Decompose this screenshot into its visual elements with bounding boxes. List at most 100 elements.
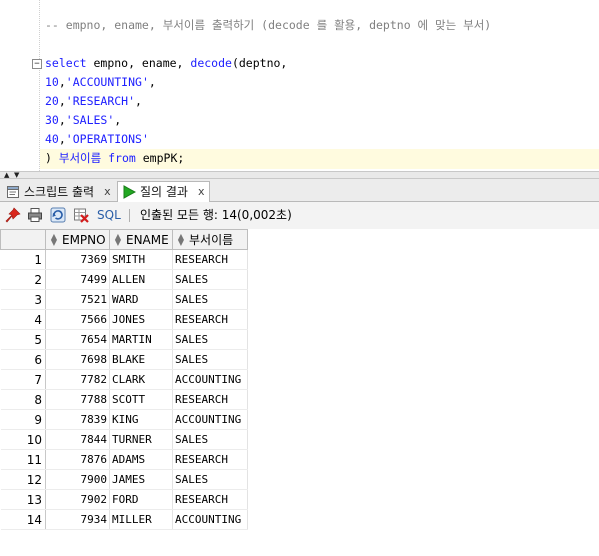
cell-empno[interactable]: 7934: [45, 509, 110, 530]
cell-empno[interactable]: 7521: [45, 289, 110, 310]
code-comment: -- empno, ename, 부서이름 출력하기 (decode 를 활용,…: [45, 18, 492, 32]
table-row[interactable]: 12 7900 JAMES SALES: [0, 469, 248, 490]
row-number[interactable]: 10: [0, 429, 46, 450]
splitter-up-icon[interactable]: ▲: [4, 172, 9, 179]
pin-icon[interactable]: [5, 207, 21, 223]
cell-dept-name[interactable]: ACCOUNTING: [172, 409, 248, 430]
print-icon[interactable]: [27, 207, 43, 223]
cell-dept-name[interactable]: ACCOUNTING: [172, 369, 248, 390]
row-number[interactable]: 2: [0, 269, 46, 290]
cell-ename[interactable]: MILLER: [109, 509, 173, 530]
row-number[interactable]: 1: [0, 249, 46, 270]
cell-dept-name[interactable]: RESEARCH: [172, 489, 248, 510]
table-row[interactable]: 4 7566 JONES RESEARCH: [0, 309, 248, 330]
refresh-icon[interactable]: [50, 207, 66, 223]
table-header-row: ▲ ▼ EMPNO ▲ ▼ ENAME ▲ ▼ 부서이름: [0, 229, 248, 250]
cell-ename[interactable]: WARD: [109, 289, 173, 310]
code-line-decode-30: 30,'SALES',: [45, 113, 122, 127]
close-icon[interactable]: x: [104, 182, 111, 202]
cell-dept-name[interactable]: SALES: [172, 269, 248, 290]
table-row[interactable]: 1 7369 SMITH RESEARCH: [0, 249, 248, 270]
row-number[interactable]: 6: [0, 349, 46, 370]
cell-empno[interactable]: 7566: [45, 309, 110, 330]
code-string: 'RESEARCH': [65, 94, 136, 108]
cell-dept-name[interactable]: SALES: [172, 329, 248, 350]
cell-empno[interactable]: 7499: [45, 269, 110, 290]
cell-ename[interactable]: CLARK: [109, 369, 173, 390]
cell-ename[interactable]: BLAKE: [109, 349, 173, 370]
table-row[interactable]: 9 7839 KING ACCOUNTING: [0, 409, 248, 430]
row-number[interactable]: 7: [0, 369, 46, 390]
cell-empno[interactable]: 7844: [45, 429, 110, 450]
cell-dept-name[interactable]: SALES: [172, 469, 248, 490]
code-line-decode-20: 20,'RESEARCH',: [45, 94, 142, 108]
code-separator: ,: [114, 113, 122, 127]
sort-icon[interactable]: ▲ ▼: [49, 232, 59, 246]
code-line-select: select empno, ename, decode(deptno,: [45, 54, 287, 73]
row-number[interactable]: 5: [0, 329, 46, 350]
cell-empno[interactable]: 7698: [45, 349, 110, 370]
table-row[interactable]: 3 7521 WARD SALES: [0, 289, 248, 310]
column-header-empno[interactable]: ▲ ▼ EMPNO: [45, 229, 110, 250]
table-row[interactable]: 14 7934 MILLER ACCOUNTING: [0, 509, 248, 530]
tab-script-output[interactable]: 스크립트 출력 x: [2, 181, 115, 202]
cell-ename[interactable]: SCOTT: [109, 389, 173, 410]
cell-empno[interactable]: 7369: [45, 249, 110, 270]
close-icon[interactable]: x: [198, 182, 205, 202]
cell-ename[interactable]: JONES: [109, 309, 173, 330]
column-header-ename[interactable]: ▲ ▼ ENAME: [109, 229, 173, 250]
cell-ename[interactable]: FORD: [109, 489, 173, 510]
row-number[interactable]: 8: [0, 389, 46, 410]
row-number[interactable]: 13: [0, 489, 46, 510]
cell-dept-name[interactable]: SALES: [172, 349, 248, 370]
table-row[interactable]: 8 7788 SCOTT RESEARCH: [0, 389, 248, 410]
cancel-query-icon[interactable]: [73, 207, 89, 223]
splitter-down-icon[interactable]: ▼: [14, 172, 19, 179]
sort-icon[interactable]: ▲ ▼: [113, 232, 123, 246]
cell-ename[interactable]: ALLEN: [109, 269, 173, 290]
column-header-dept-name[interactable]: ▲ ▼ 부서이름: [172, 229, 248, 250]
cell-ename[interactable]: ADAMS: [109, 449, 173, 470]
row-number[interactable]: 12: [0, 469, 46, 490]
row-number[interactable]: 9: [0, 409, 46, 430]
cell-ename[interactable]: TURNER: [109, 429, 173, 450]
script-output-icon: [7, 185, 19, 198]
tab-query-result[interactable]: 질의 결과 x: [117, 181, 210, 202]
cell-empno[interactable]: 7900: [45, 469, 110, 490]
sql-editor[interactable]: -- empno, ename, 부서이름 출력하기 (decode 를 활용,…: [0, 0, 599, 171]
cell-dept-name[interactable]: RESEARCH: [172, 389, 248, 410]
table-row[interactable]: 6 7698 BLAKE SALES: [0, 349, 248, 370]
table-row[interactable]: 7 7782 CLARK ACCOUNTING: [0, 369, 248, 390]
fold-toggle-icon[interactable]: −: [32, 59, 42, 69]
cell-dept-name[interactable]: RESEARCH: [172, 249, 248, 270]
row-number[interactable]: 14: [0, 509, 46, 530]
cell-ename[interactable]: KING: [109, 409, 173, 430]
row-number[interactable]: 11: [0, 449, 46, 470]
row-number[interactable]: 4: [0, 309, 46, 330]
cell-ename[interactable]: MARTIN: [109, 329, 173, 350]
cell-empno[interactable]: 7902: [45, 489, 110, 510]
cell-empno[interactable]: 7839: [45, 409, 110, 430]
cell-empno[interactable]: 7654: [45, 329, 110, 350]
table-row[interactable]: 13 7902 FORD RESEARCH: [0, 489, 248, 510]
table-row[interactable]: 2 7499 ALLEN SALES: [0, 269, 248, 290]
row-number[interactable]: 3: [0, 289, 46, 310]
cell-dept-name[interactable]: RESEARCH: [172, 309, 248, 330]
table-row[interactable]: 10 7844 TURNER SALES: [0, 429, 248, 450]
sql-button[interactable]: SQL: [97, 207, 121, 224]
cell-dept-name[interactable]: SALES: [172, 429, 248, 450]
cell-dept-name[interactable]: SALES: [172, 289, 248, 310]
cell-ename[interactable]: SMITH: [109, 249, 173, 270]
result-grid: ▲ ▼ EMPNO ▲ ▼ ENAME ▲ ▼ 부서이름 1 7369 SMITH RESEARC…: [0, 229, 599, 556]
cell-empno[interactable]: 7782: [45, 369, 110, 390]
cell-ename[interactable]: JAMES: [109, 469, 173, 490]
table-row[interactable]: 11 7876 ADAMS RESEARCH: [0, 449, 248, 470]
panel-splitter[interactable]: ▲ ▼: [0, 171, 599, 179]
cell-empno[interactable]: 7788: [45, 389, 110, 410]
cell-dept-name[interactable]: RESEARCH: [172, 449, 248, 470]
cell-empno[interactable]: 7876: [45, 449, 110, 470]
sort-icon[interactable]: ▲ ▼: [176, 232, 186, 246]
cell-dept-name[interactable]: ACCOUNTING: [172, 509, 248, 530]
code-line-decode-10: 10,'ACCOUNTING',: [45, 75, 156, 89]
table-row[interactable]: 5 7654 MARTIN SALES: [0, 329, 248, 350]
